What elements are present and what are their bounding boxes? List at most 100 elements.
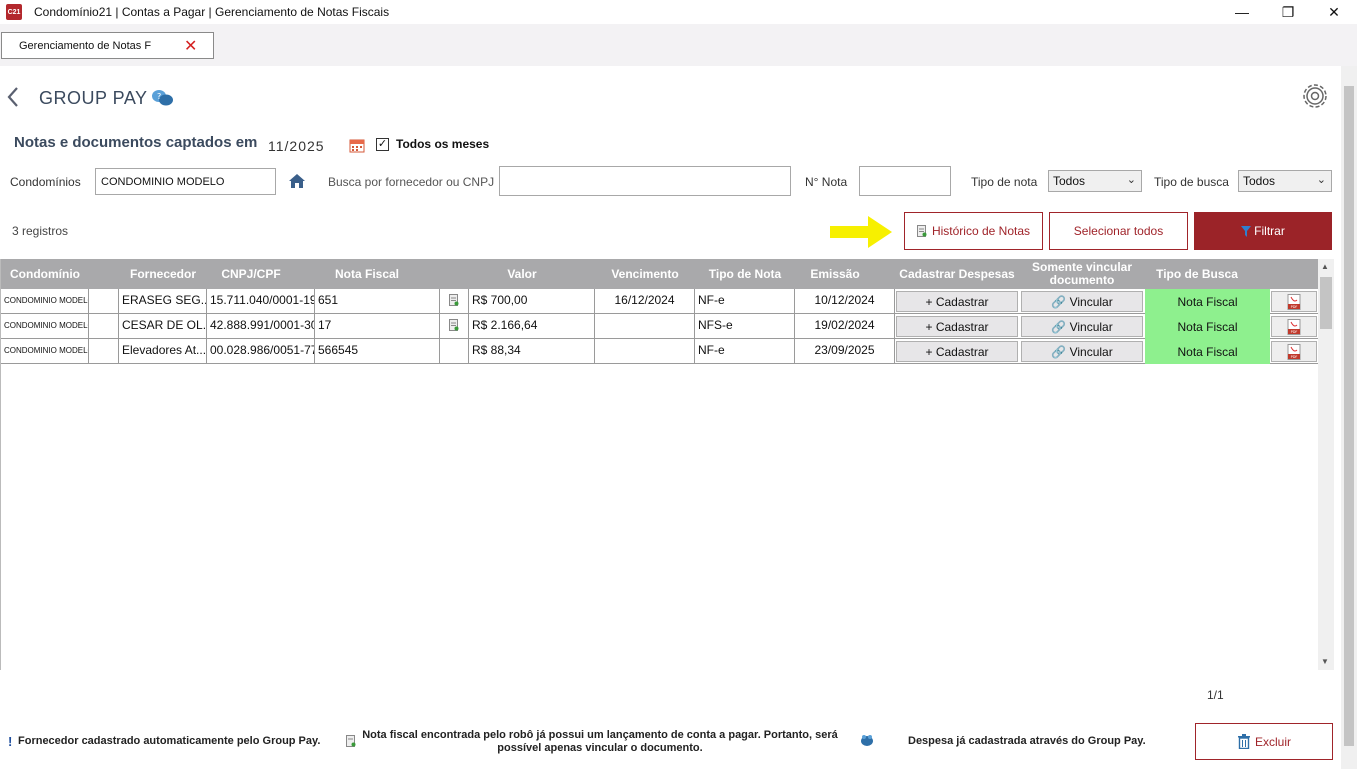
col-nota-fiscal[interactable]: Nota Fiscal	[315, 259, 419, 289]
cell-tipo-busca: Nota Fiscal	[1145, 314, 1270, 339]
tab-gerenciamento[interactable]: Gerenciamento de Notas F ✕	[1, 32, 214, 59]
close-tab-icon[interactable]: ✕	[184, 36, 197, 56]
tipo-nota-label: Tipo de nota	[971, 175, 1038, 189]
cell-cnpj: 15.711.040/0001-19	[207, 289, 315, 314]
group-pay-icon	[861, 735, 873, 746]
table-scrollbar[interactable]: ▲ ▼	[1318, 259, 1334, 670]
yellow-arrow-icon	[828, 214, 894, 250]
cell-vencimento	[595, 314, 695, 339]
vincular-button[interactable]: 🔗 Vincular	[1021, 341, 1143, 362]
col-tipo-busca[interactable]: Tipo de Busca	[1145, 259, 1249, 289]
col-cadastrar[interactable]: Cadastrar Despesas	[895, 259, 1019, 289]
cell-emissao: 10/12/2024	[795, 289, 895, 314]
cell-condominio: CONDOMINIO MODELO	[1, 314, 89, 339]
historico-label: Histórico de Notas	[931, 224, 1031, 238]
page-scrollbar[interactable]	[1341, 66, 1357, 769]
tipo-busca-select[interactable]: Todos ⌄	[1238, 170, 1332, 192]
cadastrar-button[interactable]: + Cadastrar	[896, 341, 1018, 362]
vincular-button[interactable]: 🔗 Vincular	[1021, 291, 1143, 312]
filter-icon	[1241, 225, 1252, 237]
trash-icon	[1237, 734, 1250, 749]
cell-valor: R$ 700,00	[469, 289, 595, 314]
pdf-button[interactable]: PDF	[1271, 291, 1317, 312]
chat-bubbles-icon[interactable]: ?	[151, 89, 175, 107]
col-valor[interactable]: Valor	[469, 259, 575, 289]
registros-count: 3 registros	[12, 224, 69, 238]
legend-nota: Nota fiscal encontrada pelo robô já poss…	[360, 729, 840, 755]
tab-label: Gerenciamento de Notas F	[19, 40, 152, 52]
exclamation-icon: !	[8, 734, 13, 749]
filtrar-button[interactable]: Filtrar	[1194, 212, 1332, 250]
close-window-button[interactable]: ✕	[1311, 0, 1357, 24]
cell-emissao: 23/09/2025	[795, 339, 895, 364]
notas-table: Condomínio Fornecedor CNPJ/CPF Nota Fisc…	[0, 259, 1318, 670]
excluir-button[interactable]: Excluir	[1195, 723, 1333, 760]
cell-tipo-nota: NFS-e	[695, 314, 795, 339]
cell-emissao: 19/02/2024	[795, 314, 895, 339]
scroll-down-icon[interactable]: ▼	[1321, 657, 1329, 666]
cell-tipo-busca: Nota Fiscal	[1145, 289, 1270, 314]
cell-nota: 17	[315, 314, 440, 339]
page-scrollbar-thumb[interactable]	[1344, 86, 1354, 746]
pdf-icon: PDF	[1287, 343, 1301, 360]
document-icon	[346, 735, 356, 747]
historico-notas-button[interactable]: Histórico de Notas	[904, 212, 1043, 250]
vincular-label: Vincular	[1069, 344, 1113, 359]
pdf-button[interactable]: PDF	[1271, 341, 1317, 362]
selecionar-todos-button[interactable]: Selecionar todos	[1049, 212, 1188, 250]
document-icon[interactable]	[449, 294, 459, 306]
table-row[interactable]: CONDOMINIO MODELO Elevadores At... 00.02…	[1, 339, 1318, 364]
legend-nota-line2: possível apenas vincular o documento.	[497, 742, 703, 754]
cell-doc	[440, 289, 469, 314]
pdf-button[interactable]: PDF	[1271, 316, 1317, 337]
col-tipo-nota[interactable]: Tipo de Nota	[695, 259, 795, 289]
cell-nota: 566545	[315, 339, 440, 364]
cell-doc	[440, 339, 469, 364]
col-fornecedor[interactable]: Fornecedor	[119, 259, 207, 289]
document-icon[interactable]	[449, 319, 459, 331]
excluir-label: Excluir	[1254, 734, 1291, 749]
window-titlebar: C21 Condomínio21 | Contas a Pagar | Gere…	[0, 0, 1357, 24]
table-row[interactable]: CONDOMINIO MODELO CESAR DE OL... 42.888.…	[1, 314, 1318, 339]
svg-text:?: ?	[157, 92, 161, 101]
back-arrow-icon[interactable]	[6, 86, 20, 115]
vincular-button[interactable]: 🔗 Vincular	[1021, 316, 1143, 337]
cell-doc	[440, 314, 469, 339]
window-title: Condomínio21 | Contas a Pagar | Gerencia…	[34, 5, 390, 19]
app-logo-icon: C21	[6, 4, 22, 20]
minimize-button[interactable]: —	[1219, 0, 1265, 24]
condominios-field[interactable]: CONDOMINIO MODELO	[95, 168, 276, 195]
svg-text:PDF: PDF	[1291, 305, 1298, 309]
scroll-up-icon[interactable]: ▲	[1321, 262, 1329, 271]
month-value[interactable]: 11/2025	[268, 138, 325, 154]
house-icon[interactable]	[288, 173, 306, 189]
cell-marker	[89, 339, 119, 364]
numero-nota-input[interactable]	[859, 166, 951, 196]
cadastrar-button[interactable]: + Cadastrar	[896, 316, 1018, 337]
vincular-label: Vincular	[1069, 294, 1113, 309]
maximize-button[interactable]: ❐	[1265, 0, 1311, 24]
gear-icon[interactable]	[1299, 80, 1331, 112]
col-emissao[interactable]: Emissão	[795, 259, 875, 289]
col-cnpj[interactable]: CNPJ/CPF	[207, 259, 295, 289]
table-row[interactable]: CONDOMINIO MODELO ERASEG SEG... 15.711.0…	[1, 289, 1318, 314]
document-tabstrip: Gerenciamento de Notas F ✕	[0, 24, 1357, 66]
cell-valor: R$ 88,34	[469, 339, 595, 364]
page-indicator: 1/1	[1207, 688, 1224, 702]
cell-vencimento: 16/12/2024	[595, 289, 695, 314]
cell-fornecedor: CESAR DE OL...	[119, 314, 207, 339]
tipo-nota-select[interactable]: Todos ⌄	[1048, 170, 1142, 192]
legend-fornecedor: Fornecedor cadastrado automaticamente pe…	[18, 735, 321, 747]
col-vencimento[interactable]: Vencimento	[595, 259, 695, 289]
legend-despesa: Despesa já cadastrada através do Group P…	[908, 735, 1146, 747]
cadastrar-button[interactable]: + Cadastrar	[896, 291, 1018, 312]
col-vincular[interactable]: Somente vincular documento	[1020, 259, 1144, 289]
tipo-busca-label: Tipo de busca	[1154, 175, 1229, 189]
cell-vencimento	[595, 339, 695, 364]
scrollbar-thumb[interactable]	[1320, 277, 1332, 329]
todos-meses-checkbox[interactable]: ✓	[376, 138, 389, 151]
calendar-icon[interactable]	[349, 138, 365, 153]
col-condominio[interactable]: Condomínio	[1, 259, 89, 289]
busca-fornecedor-input[interactable]	[499, 166, 791, 196]
tipo-nota-value: Todos	[1053, 174, 1086, 188]
